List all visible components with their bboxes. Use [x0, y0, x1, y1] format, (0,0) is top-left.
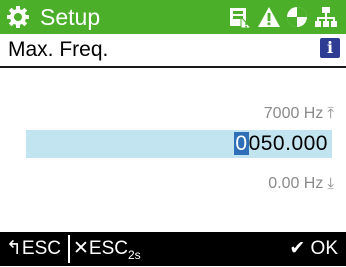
cancel-hold-time: 2s — [128, 247, 141, 262]
parameter-header: Max. Freq. i — [0, 34, 346, 68]
cancel-softkey[interactable]: ✕ESC2s — [73, 237, 141, 267]
value-input[interactable]: 0050.000 — [26, 130, 332, 158]
softkey-bar: ↰ESC ✕ESC2s ✔ OK — [0, 232, 346, 266]
header-bar: Setup — [0, 0, 346, 34]
lower-limit-icon: ⤓ — [327, 175, 334, 192]
cancel-label: ESC — [88, 238, 128, 259]
lower-limit-value: 0.00 Hz — [268, 175, 324, 192]
back-arrow-icon: ↰ — [6, 238, 22, 259]
upper-limit: 7000 Hz ⤒ — [264, 104, 334, 124]
back-softkey[interactable]: ↰ESC — [6, 237, 61, 261]
gear-icon — [7, 6, 29, 28]
network-icon — [315, 7, 337, 27]
warning-icon — [258, 7, 280, 27]
motor-icon — [287, 7, 307, 27]
softkey-divider — [68, 235, 70, 263]
back-label: ESC — [21, 238, 61, 259]
upper-limit-value: 7000 Hz — [263, 105, 324, 122]
upper-limit-icon: ⤒ — [327, 105, 334, 122]
value-digits: 050.000 — [248, 132, 328, 155]
lower-limit: 0.00 Hz ⤓ — [268, 174, 334, 194]
value-display: 0050.000 — [234, 131, 328, 157]
info-glyph: i — [326, 38, 334, 57]
cancel-x-icon: ✕ — [73, 238, 89, 259]
parameter-name: Max. Freq. — [8, 38, 109, 61]
ok-label: OK — [310, 238, 338, 259]
check-icon: ✔ — [289, 238, 306, 259]
memory-alert-icon — [230, 8, 252, 29]
edit-cursor-digit: 0 — [234, 132, 249, 155]
device-screen: Setup Max. Freq. i 7000 Hz ⤒ 0050.000 0.… — [0, 0, 346, 266]
ok-softkey[interactable]: ✔ OK — [289, 237, 338, 261]
info-icon[interactable]: i — [320, 38, 340, 58]
page-title: Setup — [40, 4, 101, 30]
